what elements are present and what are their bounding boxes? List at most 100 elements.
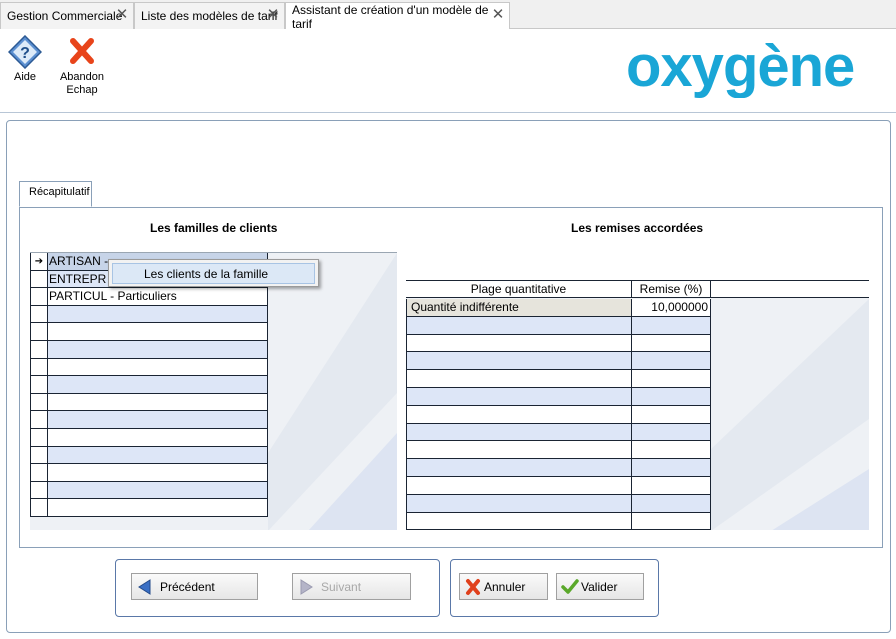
range-cell[interactable] [406, 405, 632, 423]
table-row[interactable] [406, 316, 711, 335]
tab-assistant-creation[interactable]: Assistant de création d'un modèle de tar… [285, 2, 510, 31]
family-cell[interactable] [48, 358, 268, 376]
row-indicator[interactable] [30, 429, 48, 446]
table-row[interactable]: Quantité indifférente 10,000000 [406, 299, 711, 317]
table-row[interactable] [30, 499, 268, 517]
table-row[interactable] [30, 376, 268, 394]
table-row[interactable]: PARTICUL - Particuliers [30, 288, 268, 306]
family-cell[interactable] [48, 464, 268, 481]
range-cell[interactable] [406, 477, 632, 494]
table-row[interactable] [406, 405, 711, 424]
row-indicator[interactable] [30, 341, 48, 358]
help-button[interactable]: ? Aide [6, 35, 44, 84]
table-row[interactable] [30, 341, 268, 359]
table-row[interactable] [30, 323, 268, 341]
discount-cell[interactable] [632, 494, 711, 512]
cancel-button[interactable]: Annuler [459, 573, 548, 600]
column-header-range[interactable]: Plage quantitative [406, 281, 632, 297]
close-icon[interactable]: ✕ [491, 7, 505, 22]
range-cell[interactable] [406, 388, 632, 405]
table-row[interactable] [30, 429, 268, 447]
table-row[interactable] [406, 352, 711, 371]
discount-cell[interactable] [632, 370, 711, 387]
validate-button[interactable]: Valider [556, 573, 644, 600]
table-row[interactable] [30, 446, 268, 465]
table-row[interactable] [406, 388, 711, 406]
table-row[interactable] [30, 358, 268, 377]
context-menu-item-clients-famille[interactable]: Les clients de la famille [112, 263, 315, 284]
close-icon[interactable]: ✕ [266, 7, 280, 22]
tab-liste-modeles-tarif[interactable]: Liste des modèles de tarif ✕ [134, 2, 285, 29]
family-cell[interactable] [48, 393, 268, 411]
family-cell[interactable] [48, 323, 268, 340]
toolbar: ? Aide Abandon Echap oxygène [0, 29, 896, 113]
discount-cell[interactable] [632, 334, 711, 352]
row-indicator[interactable] [30, 358, 48, 376]
previous-button[interactable]: Précédent [131, 573, 258, 600]
table-row[interactable] [406, 423, 711, 442]
row-indicator[interactable] [30, 411, 48, 428]
table-row[interactable] [30, 481, 268, 500]
discount-cell[interactable] [632, 316, 711, 334]
range-cell[interactable] [406, 423, 632, 441]
row-indicator[interactable]: ➔ [30, 253, 48, 270]
table-row[interactable] [30, 411, 268, 429]
range-cell[interactable] [406, 316, 632, 334]
range-cell[interactable]: Quantité indifférente [406, 299, 632, 316]
range-cell[interactable] [406, 370, 632, 387]
tab-gestion-commerciale[interactable]: Gestion Commerciale ✕ [0, 2, 134, 29]
table-row[interactable] [30, 393, 268, 412]
close-icon[interactable]: ✕ [115, 7, 129, 22]
family-cell[interactable] [48, 376, 268, 393]
range-cell[interactable] [406, 352, 632, 370]
row-indicator[interactable] [30, 288, 48, 305]
table-row[interactable] [406, 370, 711, 388]
family-cell[interactable] [48, 429, 268, 446]
family-cell[interactable] [48, 481, 268, 499]
family-cell[interactable] [48, 446, 268, 464]
table-row[interactable] [406, 334, 711, 353]
table-row[interactable] [30, 305, 268, 324]
range-cell[interactable] [406, 459, 632, 476]
range-cell[interactable] [406, 494, 632, 512]
discount-cell[interactable] [632, 512, 711, 530]
discount-cell[interactable] [632, 405, 711, 423]
row-indicator[interactable] [30, 323, 48, 340]
previous-label: Précédent [160, 579, 215, 594]
row-indicator[interactable] [30, 499, 48, 516]
discount-cell[interactable] [632, 459, 711, 476]
family-cell[interactable] [48, 499, 268, 516]
row-indicator[interactable] [30, 464, 48, 481]
abandon-button[interactable]: Abandon Echap [58, 35, 106, 97]
range-cell[interactable] [406, 334, 632, 352]
table-row[interactable] [30, 464, 268, 482]
row-indicator[interactable] [30, 446, 48, 464]
discount-cell[interactable] [632, 477, 711, 494]
row-indicator[interactable] [30, 481, 48, 499]
table-row[interactable] [406, 494, 711, 513]
range-cell[interactable] [406, 512, 632, 530]
client-families-grid[interactable]: ➔ ARTISAN - ENTREPR PARTICUL - Particulier… [30, 252, 397, 530]
discount-cell[interactable] [632, 441, 711, 459]
row-indicator[interactable] [30, 270, 48, 288]
discount-cell[interactable]: 10,000000 [632, 299, 711, 316]
row-indicator[interactable] [30, 305, 48, 323]
tab-recapitulatif[interactable]: Récapitulatif [19, 181, 92, 207]
range-cell[interactable] [406, 441, 632, 459]
family-cell[interactable]: PARTICUL - Particuliers [48, 288, 268, 305]
table-row[interactable] [406, 512, 711, 530]
table-row[interactable] [406, 441, 711, 460]
discount-cell[interactable] [632, 352, 711, 370]
family-cell[interactable] [48, 341, 268, 358]
table-row[interactable] [406, 459, 711, 477]
family-cell[interactable] [48, 411, 268, 428]
family-cell[interactable] [48, 305, 268, 323]
discount-cell[interactable] [632, 388, 711, 405]
table-row[interactable] [406, 477, 711, 495]
row-indicator[interactable] [30, 376, 48, 393]
next-button[interactable]: Suivant [292, 573, 411, 600]
row-indicator[interactable] [30, 393, 48, 411]
column-header-discount[interactable]: Remise (%) [632, 281, 711, 297]
discounts-grid[interactable]: Plage quantitative Remise (%) Quantité i… [406, 280, 869, 530]
discount-cell[interactable] [632, 423, 711, 441]
